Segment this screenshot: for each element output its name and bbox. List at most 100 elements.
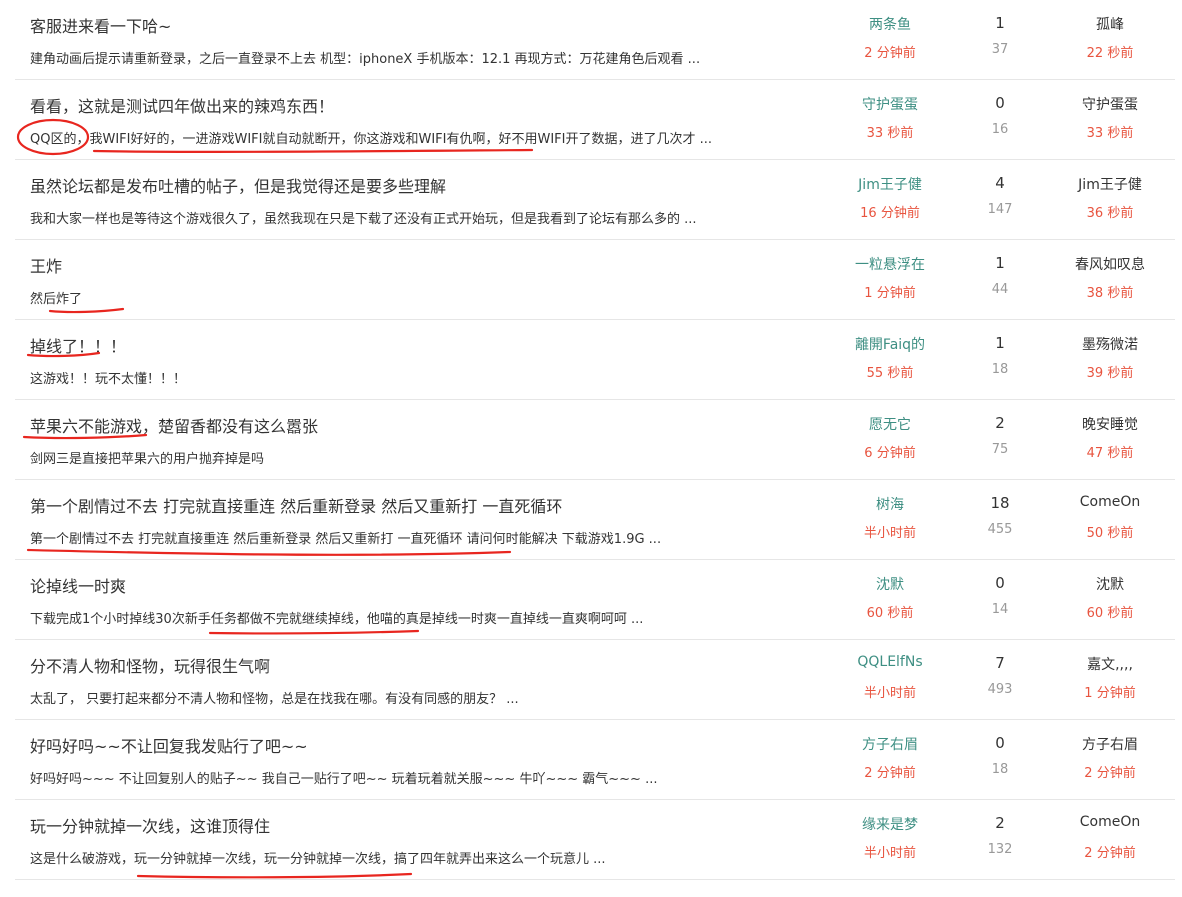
- thread-last-reply-time: 2 分钟前: [1084, 766, 1136, 781]
- thread-author[interactable]: 方子右眉: [825, 734, 955, 754]
- thread-excerpt[interactable]: 这是什么破游戏，玩一分钟就掉一次线，玩一分钟就掉一次线，搞了四年就弄出来这么一个…: [30, 848, 606, 867]
- thread-last-reply-user[interactable]: 春风如叹息: [1045, 254, 1175, 274]
- thread-row[interactable]: 虽然论坛都是发布吐槽的帖子，但是我觉得还是要多些理解我和大家一样也是等待这个游戏…: [15, 160, 1175, 240]
- thread-last-reply-time: 60 秒前: [1086, 606, 1134, 621]
- thread-last-reply-user[interactable]: 方子右眉: [1045, 734, 1175, 754]
- thread-title[interactable]: 苹果六不能游戏，楚留香都没有这么嚣张: [30, 413, 318, 437]
- thread-excerpt[interactable]: 然后炸了: [30, 288, 82, 307]
- thread-last-reply-user[interactable]: 晚安睡觉: [1045, 414, 1175, 434]
- thread-last-reply-time: 1 分钟前: [1084, 686, 1136, 701]
- thread-reply-count: 2: [995, 414, 1005, 432]
- thread-created-time: 2 分钟前: [864, 46, 916, 61]
- thread-title[interactable]: 玩一分钟就掉一次线，这谁顶得住: [30, 813, 270, 837]
- thread-row[interactable]: 论掉线一时爽下载完成1个小时掉线30次新手任务都做不完就继续掉线，他喵的真是掉线…: [15, 560, 1175, 640]
- thread-author[interactable]: Jim王子健: [825, 174, 955, 194]
- thread-excerpt[interactable]: 这游戏！！玩不太懂！！！: [30, 368, 186, 387]
- thread-last-reply-user[interactable]: 守护蛋蛋: [1045, 94, 1175, 114]
- thread-title[interactable]: 论掉线一时爽: [30, 573, 126, 597]
- thread-row[interactable]: 分不清人物和怪物，玩得很生气啊太乱了， 只要打起来都分不清人物和怪物，总是在找我…: [15, 640, 1175, 720]
- thread-last-reply-time: 2 分钟前: [1084, 846, 1136, 861]
- thread-excerpt[interactable]: 我和大家一样也是等待这个游戏很久了，虽然我现在只是下载了还没有正式开始玩，但是我…: [30, 208, 697, 227]
- thread-view-count: 147: [987, 202, 1013, 217]
- thread-title[interactable]: 分不清人物和怪物，玩得很生气啊: [30, 653, 270, 677]
- thread-author[interactable]: 缘来是梦: [825, 814, 955, 834]
- thread-last-reply-time: 38 秒前: [1086, 286, 1134, 301]
- thread-list: 客服进来看一下哈~ 建角动画后提示请重新登录，之后一直登录不上去 机型：iphon…: [15, 0, 1175, 880]
- thread-last-reply-time: 22 秒前: [1086, 46, 1134, 61]
- thread-title[interactable]: 掉线了！！！: [30, 333, 126, 357]
- thread-created-time: 33 秒前: [866, 126, 914, 141]
- thread-reply-count: 4: [995, 174, 1005, 192]
- thread-author[interactable]: 沈默: [825, 574, 955, 594]
- thread-last-reply-time: 47 秒前: [1086, 446, 1134, 461]
- thread-last-reply-user[interactable]: 孤峰: [1045, 14, 1175, 34]
- thread-reply-count: 18: [990, 494, 1010, 512]
- thread-row[interactable]: 苹果六不能游戏，楚留香都没有这么嚣张剑网三是直接把苹果六的用户抛弃掉是吗 愿无它 6…: [15, 400, 1175, 480]
- thread-last-reply-user[interactable]: 墨殇微渃: [1045, 334, 1175, 354]
- thread-created-time: 半小时前: [863, 686, 916, 701]
- thread-created-time: 半小时前: [863, 846, 916, 861]
- thread-author[interactable]: 守护蛋蛋: [825, 94, 955, 114]
- thread-author[interactable]: 树海: [825, 494, 955, 514]
- thread-row[interactable]: 好吗好吗~~不让回复我发贴行了吧~~ 好吗好吗~~~ 不让回复别人的贴子~~ 我自…: [15, 720, 1175, 800]
- thread-title[interactable]: 好吗好吗~~不让回复我发贴行了吧~~: [30, 733, 308, 757]
- thread-view-count: 455: [987, 522, 1013, 537]
- thread-row[interactable]: 看看，这就是测试四年做出来的辣鸡东西！ QQ区的，我WIFI好好的，一进游戏WIF…: [15, 80, 1175, 160]
- thread-last-reply-user[interactable]: ComeOn: [1045, 494, 1175, 510]
- thread-title[interactable]: 第一个剧情过不去 打完就直接重连 然后重新登录 然后又重新打 一直死循环: [30, 493, 562, 517]
- thread-author[interactable]: 離開Faiq的: [825, 334, 955, 354]
- thread-created-time: 1 分钟前: [864, 286, 916, 301]
- thread-created-time: 6 分钟前: [864, 446, 916, 461]
- thread-created-time: 半小时前: [863, 526, 916, 541]
- thread-last-reply-user[interactable]: 嘉文,,,,: [1045, 654, 1175, 674]
- thread-view-count: 14: [991, 602, 1009, 617]
- thread-row[interactable]: 第一个剧情过不去 打完就直接重连 然后重新登录 然后又重新打 一直死循环第一个剧…: [15, 480, 1175, 560]
- thread-created-time: 2 分钟前: [864, 766, 916, 781]
- thread-last-reply-time: 36 秒前: [1086, 206, 1134, 221]
- thread-last-reply-time: 33 秒前: [1086, 126, 1134, 141]
- thread-last-reply-user[interactable]: Jim王子健: [1045, 174, 1175, 194]
- thread-row[interactable]: 客服进来看一下哈~ 建角动画后提示请重新登录，之后一直登录不上去 机型：iphon…: [15, 0, 1175, 80]
- thread-excerpt[interactable]: 好吗好吗~~~ 不让回复别人的贴子~~ 我自己一贴行了吧~~ 玩着玩着就关服~~…: [30, 768, 657, 787]
- thread-row[interactable]: 玩一分钟就掉一次线，这谁顶得住这是什么破游戏，玩一分钟就掉一次线，玩一分钟就掉一…: [15, 800, 1175, 880]
- thread-reply-count: 0: [995, 734, 1005, 752]
- thread-reply-count: 0: [995, 574, 1005, 592]
- thread-title[interactable]: 看看，这就是测试四年做出来的辣鸡东西！: [30, 93, 334, 117]
- thread-excerpt[interactable]: QQ区的，我WIFI好好的，一进游戏WIFI就自动就断开，你这游戏和WIFI有仇…: [30, 128, 712, 147]
- thread-last-reply-user[interactable]: 沈默: [1045, 574, 1175, 594]
- thread-reply-count: 1: [995, 254, 1005, 272]
- thread-created-time: 55 秒前: [866, 366, 914, 381]
- thread-view-count: 44: [991, 282, 1009, 297]
- thread-created-time: 16 分钟前: [860, 206, 920, 221]
- thread-author[interactable]: 两条鱼: [825, 14, 955, 34]
- thread-excerpt[interactable]: 剑网三是直接把苹果六的用户抛弃掉是吗: [30, 448, 264, 467]
- thread-reply-count: 1: [995, 334, 1005, 352]
- thread-title[interactable]: 王炸: [30, 253, 62, 277]
- thread-author[interactable]: 愿无它: [825, 414, 955, 434]
- thread-author[interactable]: QQLElfNs: [825, 654, 955, 670]
- thread-view-count: 132: [987, 842, 1013, 857]
- thread-excerpt[interactable]: 第一个剧情过不去 打完就直接重连 然后重新登录 然后又重新打 一直死循环 请问何…: [30, 528, 661, 547]
- thread-view-count: 18: [991, 362, 1009, 377]
- thread-excerpt[interactable]: 下载完成1个小时掉线30次新手任务都做不完就继续掉线，他喵的真是掉线一时爽一直掉…: [30, 608, 643, 627]
- thread-view-count: 18: [991, 762, 1009, 777]
- thread-view-count: 493: [987, 682, 1013, 697]
- thread-excerpt[interactable]: 太乱了， 只要打起来都分不清人物和怪物，总是在找我在哪。有没有同感的朋友？ ..…: [30, 688, 519, 707]
- thread-last-reply-time: 50 秒前: [1086, 526, 1134, 541]
- thread-title[interactable]: 虽然论坛都是发布吐槽的帖子，但是我觉得还是要多些理解: [30, 173, 446, 197]
- thread-row[interactable]: 王炸然后炸了 一粒悬浮在 1 分钟前 1 44 春风如叹息 38 秒前: [15, 240, 1175, 320]
- thread-last-reply-user[interactable]: ComeOn: [1045, 814, 1175, 830]
- thread-view-count: 37: [991, 42, 1009, 57]
- thread-last-reply-time: 39 秒前: [1086, 366, 1134, 381]
- thread-created-time: 60 秒前: [866, 606, 914, 621]
- thread-row[interactable]: 掉线了！！！ 这游戏！！玩不太懂！！！ 離開Faiq的 55 秒前 1 18 墨殇微渃 39 …: [15, 320, 1175, 400]
- thread-view-count: 75: [991, 442, 1009, 457]
- thread-title[interactable]: 客服进来看一下哈~: [30, 13, 171, 37]
- thread-reply-count: 2: [995, 814, 1005, 832]
- thread-excerpt[interactable]: 建角动画后提示请重新登录，之后一直登录不上去 机型：iphoneX 手机版本：1…: [30, 48, 700, 67]
- thread-reply-count: 7: [995, 654, 1005, 672]
- thread-reply-count: 0: [995, 94, 1005, 112]
- thread-view-count: 16: [991, 122, 1009, 137]
- thread-author[interactable]: 一粒悬浮在: [825, 254, 955, 274]
- thread-reply-count: 1: [995, 14, 1005, 32]
